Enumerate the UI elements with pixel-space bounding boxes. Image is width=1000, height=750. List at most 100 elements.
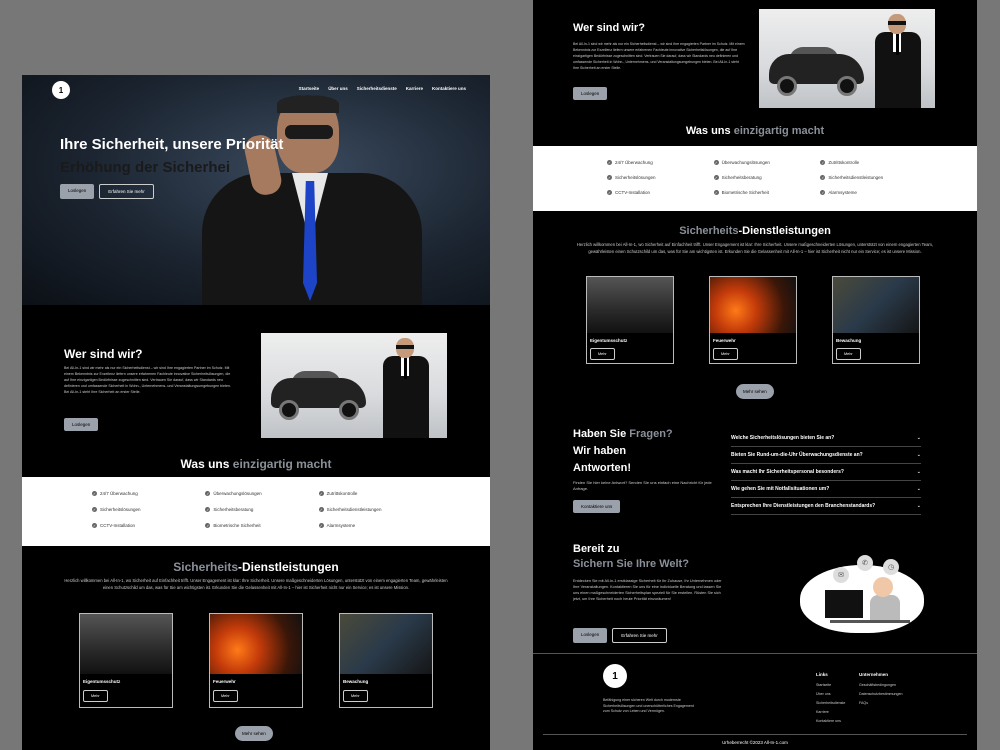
check-icon: ✓ <box>713 190 719 195</box>
feature-item: ✓ Sicherheitsberatung <box>713 175 762 180</box>
feature-item: ✓ Sicherheitsberatung <box>205 507 254 512</box>
faq-item[interactable]: Welche Sicherheitslösungen bieten Sie an… <box>731 430 921 447</box>
faq-list: Welche Sicherheitslösungen bieten Sie an… <box>731 430 921 515</box>
card-more-button[interactable]: Mehr <box>83 690 108 702</box>
services-title: Sicherheits-Dienstleistungen <box>679 225 831 237</box>
ready-learn-more-button[interactable]: Erfahren Sie mehr <box>612 628 667 643</box>
chevron-down-icon: ⌄ <box>916 486 921 492</box>
about-car-guard-image <box>261 333 447 438</box>
ready-title: Bereit zu Sichern Sie Ihre Welt? <box>573 543 689 570</box>
see-more-button[interactable]: Mehr sehen <box>235 726 273 741</box>
hero-subtitle: Erhöhung der Sicherhei <box>60 159 231 176</box>
nav-item-services[interactable]: Sicherheitsdienste <box>357 86 397 91</box>
chevron-down-icon: ⌄ <box>916 469 921 475</box>
feature-item: ✓ 24/7 Überwachung <box>607 160 653 165</box>
chevron-down-icon: ⌄ <box>916 503 921 509</box>
footer: 1 Befähigung einer sicheren Welt durch m… <box>533 653 977 750</box>
check-icon: ✓ <box>205 523 211 528</box>
riot-police-image <box>587 277 673 333</box>
main-nav: Startseite Über uns Sicherheitsdienste K… <box>299 86 466 91</box>
unique-title: Was uns einzigartig macht <box>180 457 332 471</box>
about-title: Wer sind wir? <box>64 347 143 361</box>
firefighters-image <box>710 277 796 333</box>
footer-link[interactable]: Karriere <box>816 710 845 714</box>
check-icon: ✓ <box>205 507 211 512</box>
nav-item-career[interactable]: Karriere <box>406 86 423 91</box>
feature-item: ✓ Zutrittskontrolle <box>318 491 358 496</box>
check-icon: ✓ <box>713 160 719 165</box>
site-logo[interactable]: 1 <box>52 81 70 99</box>
hero-start-button[interactable]: Loslegen <box>60 184 95 199</box>
nav-item-contact[interactable]: Kontaktiere uns <box>432 86 466 91</box>
about-title: Wer sind wir? <box>573 22 645 34</box>
card-more-button[interactable]: Mehr <box>213 690 238 702</box>
footer-link[interactable]: Sicherheitsdienste <box>816 701 845 705</box>
card-more-button[interactable]: Mehr <box>590 348 615 360</box>
unique-title: Was uns einzigartig macht <box>685 125 825 137</box>
services-text: Herzlich willkommen bei All-In-1, wo Sic… <box>576 242 934 254</box>
hero-section: 1 Startseite Über uns Sicherheitsdienste… <box>22 75 490 305</box>
feature-item: ✓ CCTV-Installation <box>92 523 136 528</box>
feature-item: ✓ Sicherheitsdienstleistungen <box>318 507 382 512</box>
footer-text: Befähigung einer sicheren Welt durch mod… <box>603 698 694 713</box>
faq-item[interactable]: Entsprechen Ihre Dienstleistungen den Br… <box>731 498 921 515</box>
about-start-button[interactable]: Loslegen <box>64 418 99 431</box>
service-card-fire: Feuerwehr Mehr <box>709 276 797 364</box>
features-band: ✓ 24/7 Überwachung ✓ Überwachungslösungen … <box>22 477 490 546</box>
nav-item-about[interactable]: Über uns <box>328 86 348 91</box>
service-card-property: Eigentumsschutz Mehr <box>79 613 173 708</box>
nav-item-home[interactable]: Startseite <box>299 86 320 91</box>
see-more-button[interactable]: Mehr sehen <box>736 384 774 399</box>
check-icon: ✓ <box>318 507 324 512</box>
firefighters-image <box>210 614 302 674</box>
check-icon: ✓ <box>205 491 211 496</box>
footer-link[interactable]: Datenschutzbestimmungen <box>859 692 903 696</box>
footer-link[interactable]: FAQs <box>859 701 903 705</box>
copyright: Urheberrecht ©2023 All-In-1.com <box>722 740 788 745</box>
footer-company: Unternehmen Geschäftsbedingungen Datensc… <box>859 672 903 705</box>
feature-item: ✓ Zutrittskontrolle <box>820 160 860 165</box>
riot-police-image <box>80 614 172 674</box>
service-card-guarding: Bewachung Mehr <box>832 276 920 364</box>
ready-start-button[interactable]: Loslegen <box>573 628 608 643</box>
faq-title: Haben Sie Fragen? Wir haben Antworten! <box>573 428 673 474</box>
footer-link[interactable]: Über uns <box>816 692 845 696</box>
faq-subtext: Finden Sie hier keine Antwort? Senden Si… <box>573 480 712 491</box>
service-card-fire: Feuerwehr Mehr <box>209 613 303 708</box>
service-card-property: Eigentumsschutz Mehr <box>586 276 674 364</box>
card-more-button[interactable]: Mehr <box>713 348 738 360</box>
check-icon: ✓ <box>713 175 719 180</box>
check-icon: ✓ <box>318 491 324 496</box>
security-crowd-image <box>340 614 432 674</box>
hero-security-guard-image <box>182 95 442 305</box>
about-car-guard-image <box>759 9 935 108</box>
check-icon: ✓ <box>92 491 97 496</box>
footer-link[interactable]: Kontaktiere uns <box>816 719 845 723</box>
card-more-button[interactable]: Mehr <box>836 348 861 360</box>
faq-item[interactable]: Was macht Ihr Sicherheitspersonal besond… <box>731 464 921 481</box>
faq-contact-button[interactable]: Kontaktiere uns <box>573 500 621 513</box>
feature-item: ✓ Sicherheitsdienstleistungen <box>820 175 884 180</box>
feature-item: ✓ Überwachungslösungen <box>713 160 770 165</box>
footer-link[interactable]: Startseite <box>816 683 845 687</box>
feature-item: ✓ Überwachungslösungen <box>205 491 262 496</box>
check-icon: ✓ <box>820 160 826 165</box>
footer-link[interactable]: Geschäftsbedingungen <box>859 683 903 687</box>
hero-learn-more-button[interactable]: Erfahren Sie mehr <box>99 184 154 199</box>
card-more-button[interactable]: Mehr <box>343 690 368 702</box>
check-icon: ✓ <box>607 190 612 195</box>
about-text: Bei All-In-1 sind wir mehr als nur ein S… <box>64 366 231 394</box>
faq-item[interactable]: Bieten Sie Rund-um-die-Uhr Überwachungsd… <box>731 447 921 464</box>
mail-icon: ✉ <box>833 567 849 583</box>
feature-item: ✓ 24/7 Überwachung <box>92 491 138 496</box>
support-illustration: ✉ ✆ ◷ <box>795 555 925 633</box>
footer-logo[interactable]: 1 <box>603 664 627 688</box>
chevron-down-icon: ⌄ <box>916 452 921 458</box>
hero-title: Ihre Sicherheit, unsere Priorität <box>60 136 284 153</box>
security-crowd-image <box>833 277 919 333</box>
check-icon: ✓ <box>92 523 97 528</box>
feature-item: ✓ Alarmsysteme <box>820 190 857 195</box>
service-card-guarding: Bewachung Mehr <box>339 613 433 708</box>
faq-item[interactable]: Wie gehen Sie mit Notfallsituationen um?… <box>731 481 921 498</box>
about-start-button[interactable]: Loslegen <box>573 87 608 100</box>
